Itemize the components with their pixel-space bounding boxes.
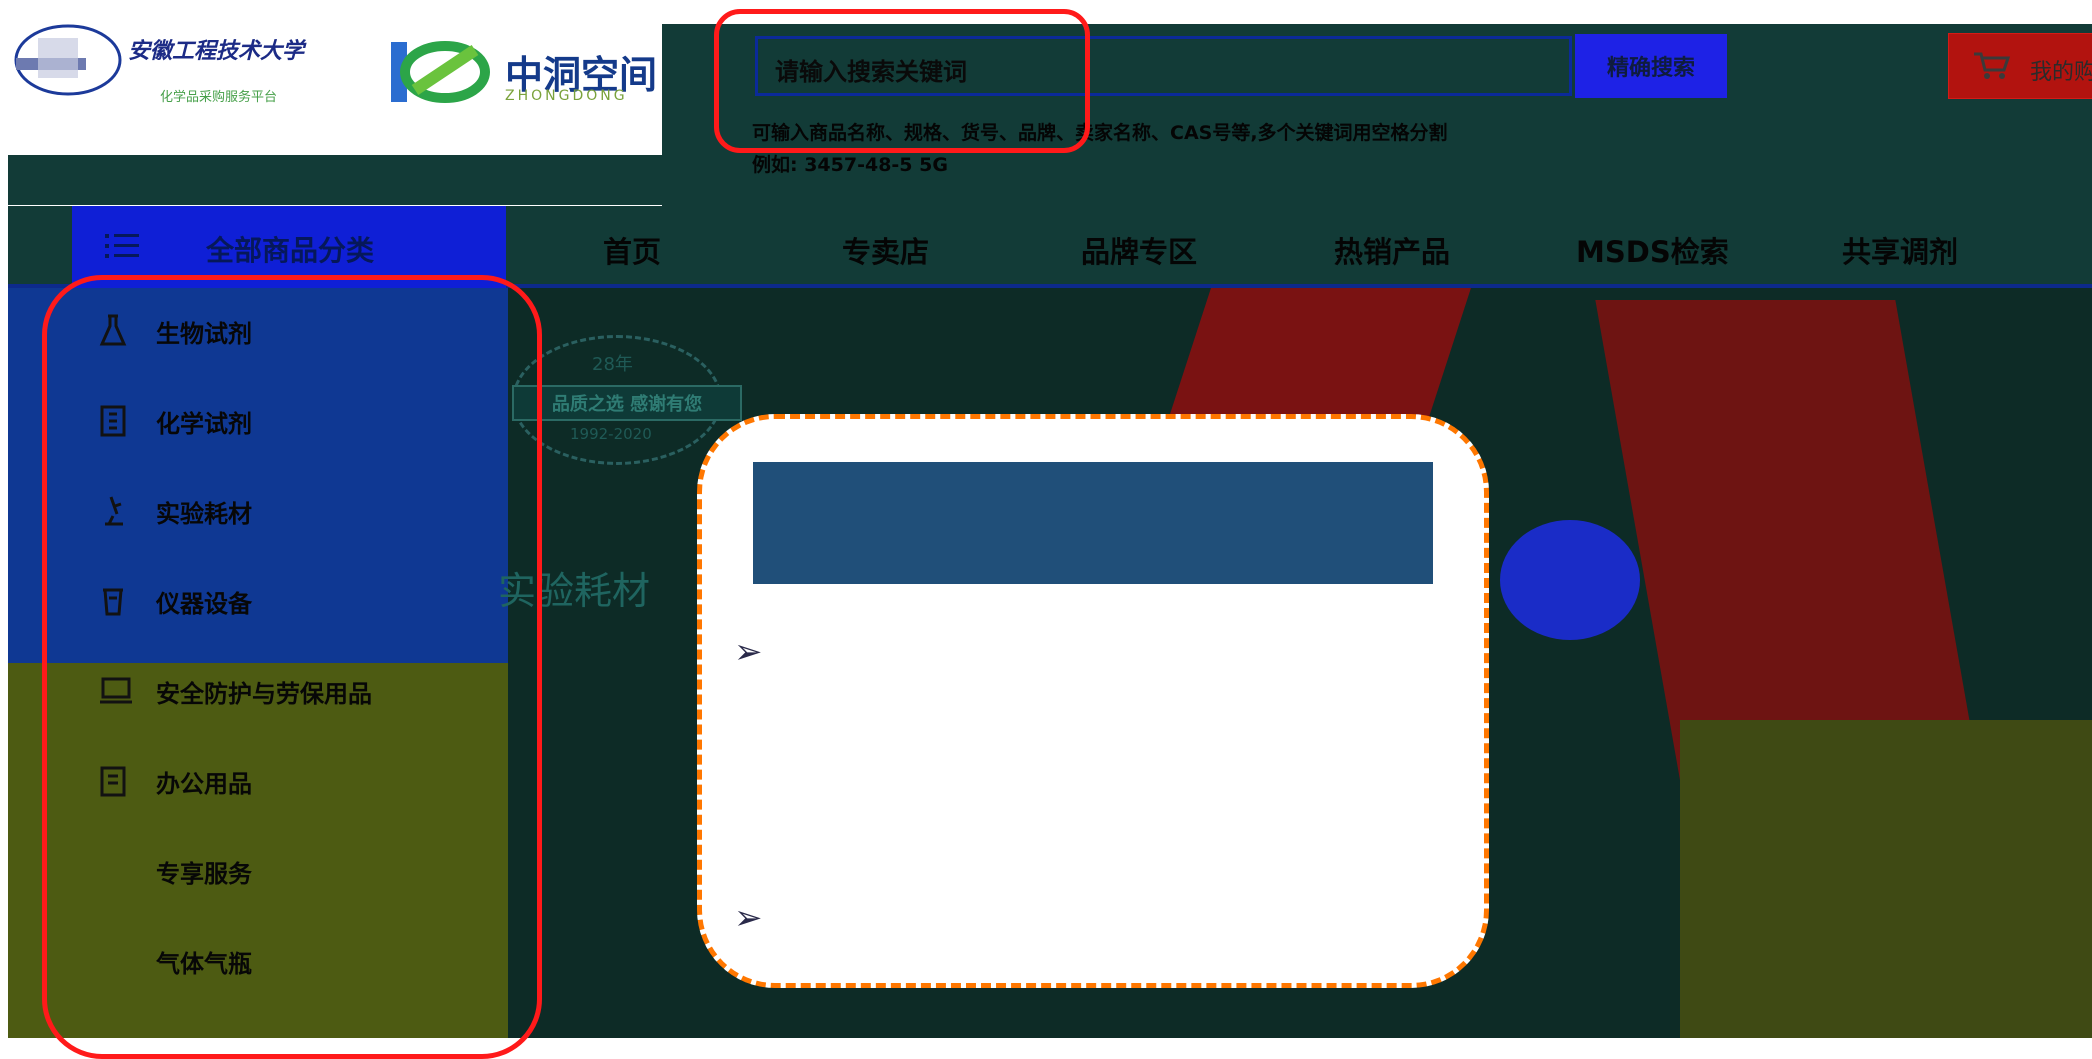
nav-item-msds[interactable]: MSDS检索 — [1576, 229, 1729, 271]
brand-logo-icon — [391, 41, 490, 103]
bullet-arrow-icon: ➢ — [734, 632, 763, 672]
nav-item-hot-products[interactable]: 热销产品 — [1334, 229, 1450, 271]
banner-glove-image — [1500, 520, 1640, 640]
all-categories-label: 全部商品分类 — [206, 234, 375, 267]
logo-strip — [8, 155, 663, 205]
badge-slogan: 品质之选 感谢有您 — [512, 385, 742, 421]
callout-header-bar — [753, 462, 1433, 584]
search-example: 例如: 3457-48-5 5G — [752, 154, 948, 176]
menu-icon — [105, 234, 139, 258]
cart-icon — [1974, 52, 2011, 79]
badge-years: 28年 — [592, 354, 633, 375]
search-highlight-annotation — [714, 9, 1090, 153]
brand-subtitle: ZHONGDONG — [505, 88, 628, 104]
nav-item-brands[interactable]: 品牌专区 — [1081, 229, 1197, 271]
search-button[interactable]: 精确搜索 — [1575, 34, 1727, 98]
bullet-arrow-icon: ➢ — [734, 898, 763, 938]
nav-item-home[interactable]: 首页 — [603, 229, 661, 271]
university-logo-icon — [14, 24, 122, 96]
banner-person-image — [1680, 720, 2092, 1038]
nav-item-sharing[interactable]: 共享调剂 — [1842, 229, 1958, 271]
nav-item-stores[interactable]: 专卖店 — [842, 229, 929, 271]
university-name: 安徽工程技术大学 — [128, 38, 305, 64]
cart-label: 我的购物车 — [2030, 60, 2092, 85]
badge-dates: 1992-2020 — [570, 425, 652, 443]
sidebar-highlight-annotation — [42, 275, 542, 1059]
university-subtitle: 化学品采购服务平台 — [160, 90, 278, 105]
